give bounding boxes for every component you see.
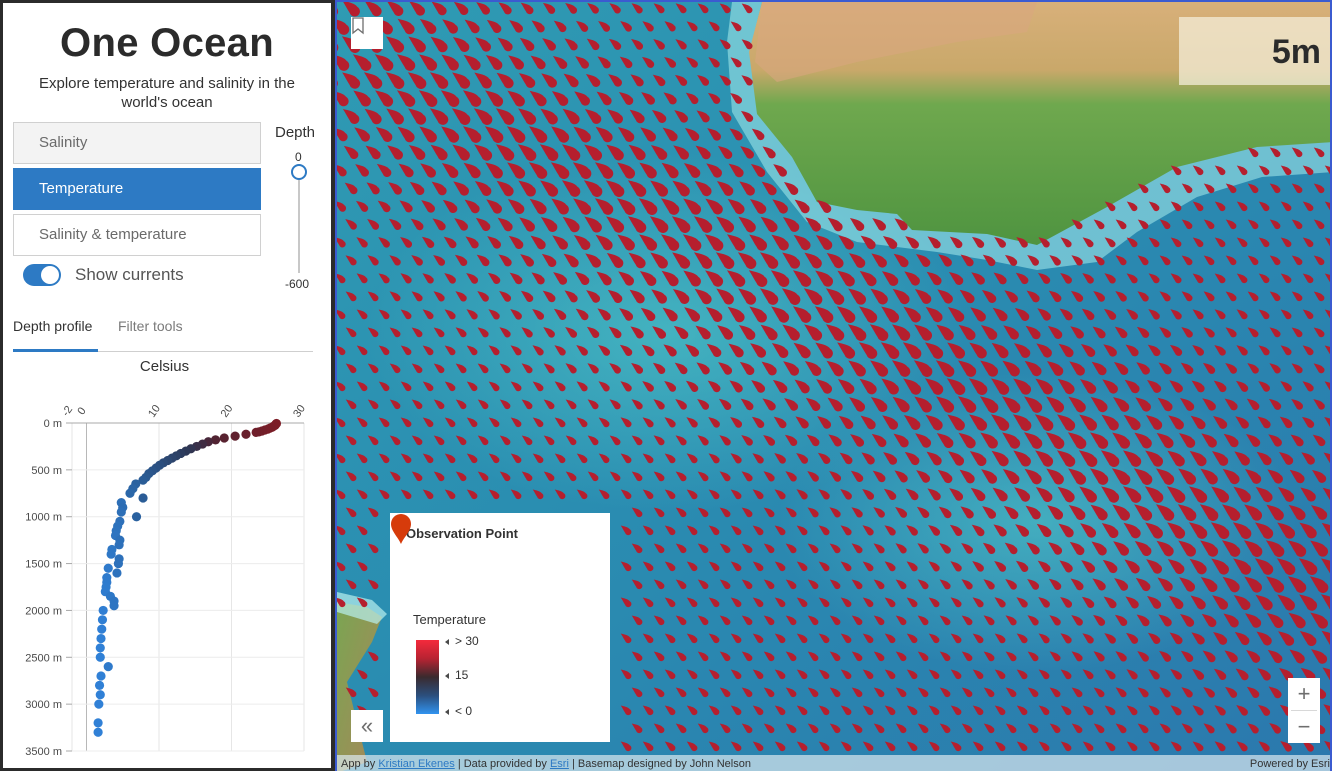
tab-filter-tools[interactable]: Filter tools	[118, 318, 183, 334]
data-point	[219, 433, 229, 443]
data-point	[230, 431, 240, 441]
temperature-color-ramp	[416, 640, 439, 714]
y-tick-label: 500 m	[31, 465, 62, 477]
attribution-app-by: App by	[341, 758, 376, 770]
attribution-bar: App by Kristian Ekenes | Data provided b…	[337, 755, 1330, 771]
zoom-in-button[interactable]: +	[1288, 678, 1320, 710]
data-point	[93, 718, 103, 728]
legend-label-low-text: < 0	[455, 704, 473, 718]
legend-label-mid: 15	[445, 668, 468, 682]
legend-subtitle: Temperature	[413, 612, 486, 627]
side-panel: One Ocean Explore temperature and salini…	[0, 0, 335, 771]
data-point	[131, 512, 142, 522]
depth-slider-label: Depth	[275, 124, 316, 141]
chart-points	[93, 418, 282, 737]
y-tick-label: 0 m	[44, 418, 62, 430]
toggle-knob	[41, 266, 59, 284]
x-tick-label: 30	[291, 403, 308, 420]
legend-label-low: < 0	[445, 704, 472, 718]
chart-title: Celsius	[139, 358, 190, 375]
depth-slider-thumb[interactable]	[291, 164, 307, 180]
y-tick-label: 1000 m	[25, 512, 62, 524]
pointer-icon	[445, 708, 449, 715]
data-point	[113, 558, 123, 569]
data-point	[97, 615, 108, 625]
double-chevron-left-icon: «	[360, 713, 374, 738]
legend-label-high-text: > 30	[455, 634, 479, 648]
x-tick-label: 0	[75, 405, 88, 417]
show-currents-toggle[interactable]	[23, 264, 61, 286]
depth-readout: 5m	[1179, 17, 1330, 85]
depth-slider-track[interactable]	[298, 175, 300, 273]
x-tick-label: -2	[60, 404, 75, 419]
data-point	[96, 671, 106, 681]
bookmark-icon	[352, 17, 364, 35]
legend-panel: Observation Point Temperature > 30 15 < …	[390, 513, 610, 742]
legend-title: Observation Point	[406, 526, 518, 541]
data-point	[95, 652, 105, 662]
data-point	[94, 680, 105, 690]
temperature-mode-button[interactable]: Temperature	[13, 168, 261, 210]
data-point	[94, 699, 104, 709]
data-point	[109, 601, 119, 611]
legend-label-high: > 30	[445, 634, 479, 648]
x-tick-label: 20	[219, 403, 236, 420]
y-tick-label: 1500 m	[25, 559, 62, 571]
x-tick-label: 10	[146, 403, 163, 420]
data-point	[125, 488, 135, 498]
zoom-out-button[interactable]: −	[1288, 711, 1320, 743]
data-point	[95, 690, 105, 700]
salinity-mode-button[interactable]: Salinity	[13, 122, 261, 164]
data-point	[106, 549, 116, 559]
data-point	[103, 563, 113, 573]
data-point	[241, 429, 251, 439]
salinity-temperature-mode-button[interactable]: Salinity & temperature	[13, 214, 261, 256]
map-pin-icon	[391, 514, 411, 544]
data-point	[97, 624, 107, 634]
data-point	[116, 507, 126, 517]
y-tick-label: 2000 m	[25, 605, 62, 617]
depth-profile-chart: -2 0 10 20 30 0 m 500 m 1000 m 1500 m 2000 m 2500 …	[25, 403, 308, 758]
tab-depth-profile[interactable]: Depth profile	[13, 318, 92, 334]
data-point	[138, 493, 148, 503]
data-point	[95, 643, 105, 653]
show-currents-label: Show currents	[75, 265, 184, 284]
attribution-basemap: | Basemap designed by John Nelson	[571, 758, 751, 770]
author-link[interactable]: Kristian Ekenes	[378, 758, 454, 770]
esri-link[interactable]: Esri	[550, 758, 569, 770]
app-subtitle: Explore temperature and salinity in the …	[39, 75, 295, 111]
bookmark-button[interactable]	[351, 17, 383, 49]
attribution-data-by: | Data provided by	[457, 758, 547, 770]
depth-slider-min-label: -600	[285, 277, 310, 291]
pointer-icon	[445, 638, 449, 645]
data-point	[96, 633, 106, 644]
y-tick-label: 2500 m	[25, 652, 62, 664]
data-point	[103, 662, 113, 672]
data-point	[98, 605, 108, 616]
pointer-icon	[445, 672, 449, 679]
depth-slider-max-label: 0	[295, 150, 302, 164]
data-point	[251, 427, 261, 437]
app-title: One Ocean	[60, 21, 274, 65]
map-view[interactable]: 5m Observation Point Temperature > 30 15…	[335, 0, 1332, 771]
powered-by-esri: Powered by Esri	[1249, 758, 1330, 770]
zoom-controls: + −	[1288, 678, 1320, 743]
y-tick-label: 3500 m	[25, 746, 62, 758]
data-point	[93, 727, 103, 737]
y-tick-label: 3000 m	[25, 699, 62, 711]
legend-label-mid-text: 15	[455, 668, 469, 682]
data-point	[112, 568, 122, 578]
active-tab-indicator	[13, 349, 98, 352]
collapse-panel-button[interactable]: «	[351, 710, 383, 742]
